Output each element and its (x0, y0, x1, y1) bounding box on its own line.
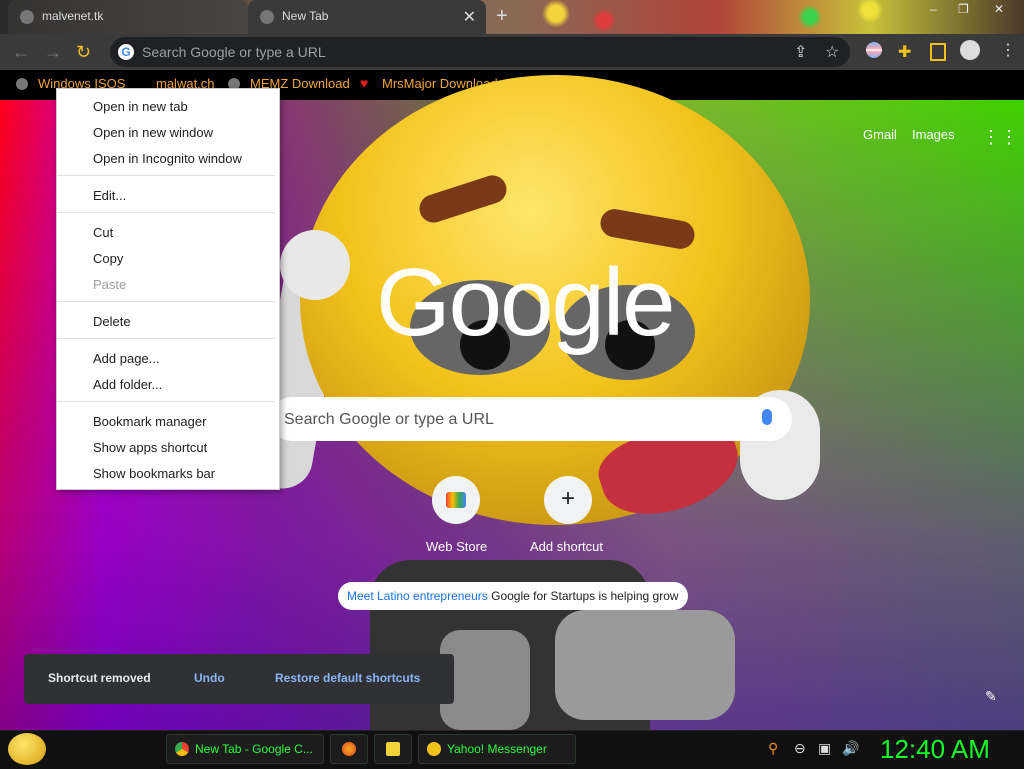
chrome-icon (175, 742, 189, 756)
google-logo: Google (376, 249, 676, 356)
menu-separator (57, 401, 275, 402)
menu-separator (57, 175, 275, 176)
toolbar: ← → ↻ G Search Google or type a URL ⇪ ☆ … (0, 34, 1024, 70)
tabstrip-background-art-2 (780, 0, 930, 34)
bookmark-star-icon[interactable]: ☆ (825, 42, 839, 62)
network-tray-icon[interactable]: ▣ (818, 740, 831, 757)
microphone-icon[interactable] (762, 409, 772, 425)
taskbar-item-explorer[interactable] (374, 734, 412, 764)
avatar[interactable] (960, 40, 980, 60)
menu-item-open-incognito[interactable]: Open in Incognito window (93, 151, 242, 166)
menu-kebab-icon[interactable]: ⋮ (1000, 40, 1016, 60)
firefox-icon (342, 742, 356, 756)
google-g-icon: G (118, 44, 134, 60)
minus-tray-icon[interactable]: ⊖ (794, 740, 806, 757)
menu-item-bookmark-manager[interactable]: Bookmark manager (93, 414, 206, 429)
menu-item-add-page[interactable]: Add page... (93, 351, 160, 366)
add-shortcut-button[interactable]: + (544, 476, 592, 524)
menu-item-cut[interactable]: Cut (93, 225, 113, 240)
apps-grid-icon[interactable]: ⋮⋮ (982, 127, 1018, 148)
extensions-puzzle-icon[interactable]: ✚ (898, 42, 911, 62)
new-tab-button[interactable]: + (496, 5, 508, 28)
tab-title: malvenet.tk (42, 9, 104, 23)
taskbar-item-yahoo-messenger[interactable]: Yahoo! Messenger (418, 734, 576, 764)
images-link[interactable]: Images (912, 127, 955, 142)
taskbar-item-firefox[interactable] (330, 734, 368, 764)
shortcut-label-web-store: Web Store (426, 539, 488, 554)
menu-separator (57, 212, 275, 213)
menu-item-paste: Paste (93, 277, 127, 292)
menu-separator (57, 301, 275, 302)
side-panel-icon[interactable] (930, 43, 946, 61)
promo-banner[interactable]: Meet Latino entrepreneurs Google for Sta… (338, 582, 688, 610)
back-button[interactable]: ← (12, 42, 30, 63)
start-button-smiley-icon[interactable] (8, 733, 46, 765)
folder-icon (386, 742, 400, 756)
taskbar-clock[interactable]: 12:40 AM (880, 734, 990, 765)
tabstrip-background-art (520, 0, 640, 34)
heart-icon: ♥ (360, 75, 369, 91)
shortcut-web-store[interactable] (432, 476, 480, 524)
minimize-button[interactable]: – (930, 2, 937, 16)
menu-item-edit[interactable]: Edit... (93, 188, 126, 203)
taskbar-item-chrome[interactable]: New Tab - Google C... (166, 734, 324, 764)
promo-link[interactable]: Meet Latino entrepreneurs (347, 589, 488, 603)
web-store-icon (446, 492, 466, 508)
customize-pencil-icon[interactable]: ✎ (985, 688, 997, 705)
menu-item-show-bookmarks-bar[interactable]: Show bookmarks bar (93, 466, 215, 481)
taskbar-item-label: New Tab - Google C... (195, 742, 313, 756)
search-tray-icon[interactable]: ⚲ (768, 740, 778, 757)
menu-item-open-new-tab[interactable]: Open in new tab (93, 99, 188, 114)
tab-new-tab[interactable]: New Tab ✕ (248, 0, 486, 34)
profile-flag-icon[interactable] (866, 42, 882, 58)
restore-default-shortcuts-button[interactable]: Restore default shortcuts (275, 671, 420, 685)
tab-malvenet[interactable]: malvenet.tk (8, 0, 248, 34)
tab-favicon-icon (20, 10, 34, 24)
ntp-search-placeholder: Search Google or type a URL (284, 411, 494, 428)
bookmark-context-menu: Open in new tab Open in new window Open … (56, 88, 280, 490)
toast-message: Shortcut removed (48, 671, 151, 685)
shortcut-removed-toast: Shortcut removed Undo Restore default sh… (24, 654, 454, 704)
menu-item-show-apps-shortcut[interactable]: Show apps shortcut (93, 440, 207, 455)
menu-item-delete[interactable]: Delete (93, 314, 131, 329)
globe-icon (16, 78, 28, 90)
menu-item-copy[interactable]: Copy (93, 251, 123, 266)
background-emoji-hand (280, 230, 350, 300)
reload-button[interactable]: ↻ (76, 42, 91, 63)
omnibox-placeholder: Search Google or type a URL (142, 44, 326, 60)
gmail-link[interactable]: Gmail (863, 127, 897, 142)
volume-tray-icon[interactable]: 🔊 (842, 740, 859, 757)
tab-close-icon[interactable]: ✕ (463, 7, 476, 27)
menu-separator (57, 338, 275, 339)
taskbar-item-label: Yahoo! Messenger (447, 742, 547, 756)
ntp-search-input[interactable]: Search Google or type a URL (270, 397, 792, 441)
promo-text: Google for Startups is helping grow (491, 589, 679, 603)
undo-button[interactable]: Undo (194, 671, 225, 685)
tab-favicon-icon (260, 10, 274, 24)
share-icon[interactable]: ⇪ (794, 42, 807, 62)
yahoo-messenger-icon (427, 742, 441, 756)
close-window-button[interactable]: ✕ (994, 2, 1004, 16)
background-emoji-shoe (555, 610, 735, 720)
maximize-button[interactable]: ❐ (958, 2, 969, 16)
tab-title: New Tab (282, 9, 329, 23)
forward-button[interactable]: → (44, 42, 62, 63)
menu-item-open-new-window[interactable]: Open in new window (93, 125, 213, 140)
menu-item-add-folder[interactable]: Add folder... (93, 377, 162, 392)
omnibox[interactable]: G Search Google or type a URL ⇪ ☆ (110, 37, 850, 67)
shortcut-label-add: Add shortcut (530, 539, 603, 554)
